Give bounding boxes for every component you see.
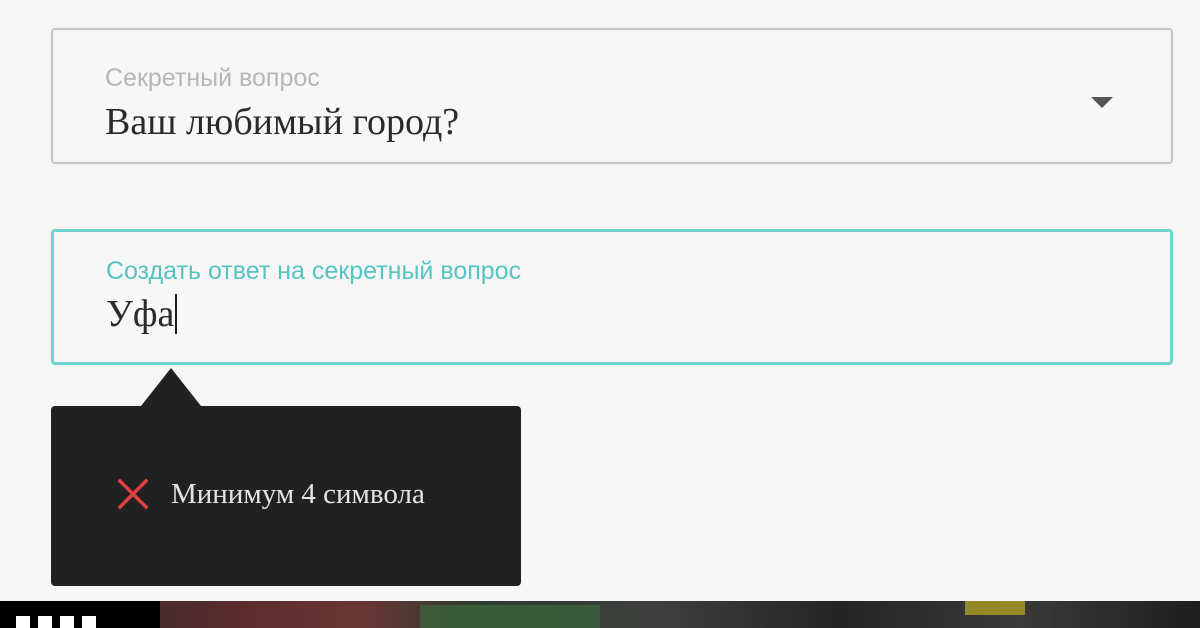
chevron-down-icon[interactable] (1091, 97, 1113, 108)
validation-rule: Минимум 4 символа (115, 476, 425, 512)
secret-question-value: Ваш любимый город? (105, 101, 460, 143)
secret-question-select[interactable]: Секретный вопрос Ваш любимый город? (51, 28, 1173, 164)
validation-message: Минимум 4 символа (171, 478, 425, 510)
close-icon (117, 478, 149, 510)
secret-question-label: Секретный вопрос (105, 64, 320, 92)
secret-answer-value[interactable]: Уфа (106, 292, 174, 336)
tooltip-pointer (141, 368, 201, 406)
secret-answer-input[interactable]: Создать ответ на секретный вопрос Уфа (51, 229, 1173, 365)
logo-block (0, 601, 160, 628)
text-caret (175, 294, 178, 334)
validation-tooltip: Минимум 4 символа (51, 368, 521, 586)
secret-answer-value-wrapper[interactable]: Уфа (106, 292, 178, 336)
background-photo-strip (0, 601, 1200, 628)
secret-answer-label: Создать ответ на секретный вопрос (106, 257, 522, 285)
